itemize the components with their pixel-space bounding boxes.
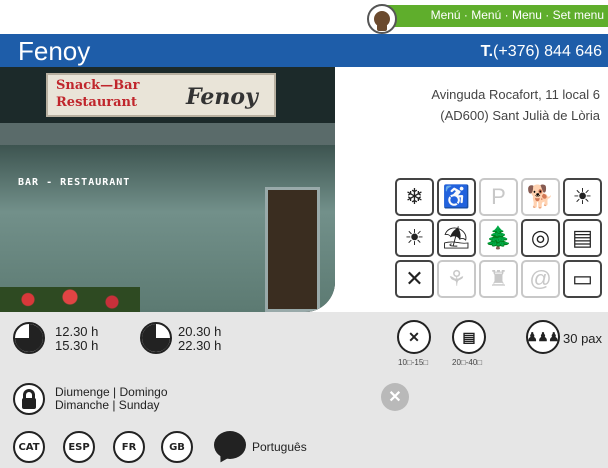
closed-days: Diumenge | Domingo Dimanche | Sunday xyxy=(55,386,168,412)
snowflake-icon: ❄ xyxy=(395,178,434,216)
garden-icon: ⛱ xyxy=(437,219,476,257)
menu-price: 10□-15□ xyxy=(398,358,429,367)
photo-sign: Snack—Bar Restaurant Fenoy xyxy=(46,73,276,117)
restaurant-photo: Snack—Bar Restaurant Fenoy BAR - RESTAUR… xyxy=(0,67,335,312)
cook-icon: ♜ xyxy=(479,260,518,298)
credit-card-icon: ▭ xyxy=(563,260,602,298)
language-gb: GB xyxy=(161,431,193,463)
window-text: BAR - RESTAURANT xyxy=(18,177,131,188)
carta-price-icon: ▤ xyxy=(452,320,486,354)
amenities-row-2: ☀ ⛱ 🌲 ◎ ▤ xyxy=(395,219,607,257)
amenities-row-3: ✕ ⚘ ♜ @ ▭ xyxy=(395,260,607,298)
wheelchair-icon: ♿ xyxy=(437,178,476,216)
closed-days-line2: Dimanche | Sunday xyxy=(55,398,160,412)
address-line2: (AD600) Sant Julià de Lòria xyxy=(440,108,600,123)
info-panel: 12.30 h 15.30 h 20.30 h 22.30 h ✕ 10□-15… xyxy=(0,312,608,468)
menu-book-icon: ▤ xyxy=(563,219,602,257)
phone-prefix: T. xyxy=(480,43,494,60)
language-cat: CAT xyxy=(13,431,45,463)
phone-number: (+376) 844 646 xyxy=(493,43,602,60)
trees-icon: 🌲 xyxy=(479,219,518,257)
carta-price: 20□-40□ xyxy=(452,358,483,367)
parking-icon: P xyxy=(479,178,518,216)
restaurant-header: Fenoy T.(+376) 844 646 xyxy=(0,34,608,67)
top-bar: Menú · Menú · Menu · Set menu xyxy=(0,0,608,34)
dinner-clock-icon xyxy=(140,322,172,354)
amenities-grid: ❄ ♿ P 🐕 ☀ ☀ ⛱ 🌲 ◎ ▤ ✕ ⚘ ♜ @ ▭ xyxy=(395,178,607,301)
restaurant-name: Fenoy xyxy=(18,36,91,66)
closed-lock-icon xyxy=(13,383,45,415)
terrace-sun-icon: ☀ xyxy=(395,219,434,257)
menu-price-icon: ✕ xyxy=(397,320,431,354)
dinner-close: 22.30 h xyxy=(178,338,222,353)
capacity-icon: ♟♟♟ xyxy=(526,320,560,354)
amenities-row-1: ❄ ♿ P 🐕 ☀ xyxy=(395,178,607,216)
lunch-open: 12.30 h xyxy=(55,324,99,339)
photo-wall xyxy=(0,123,335,145)
no-pets-icon: 🐕 xyxy=(521,178,560,216)
dinner-open: 20.30 h xyxy=(178,324,222,339)
capacity: 30 pax xyxy=(563,331,603,346)
lunch-hours: 12.30 h 15.30 h xyxy=(55,325,98,353)
lunch-clock-icon xyxy=(13,322,45,354)
language-other: Português xyxy=(252,440,307,454)
language-fr: FR xyxy=(113,431,145,463)
dinner-hours: 20.30 h 22.30 h xyxy=(178,325,221,353)
photo-door xyxy=(265,187,320,312)
no-smoking-sun-icon: ☀ xyxy=(563,178,602,216)
address: Avinguda Rocafort, 11 local 6 (AD600) Sa… xyxy=(431,84,600,126)
cutlery-icon: ✕ xyxy=(395,260,434,298)
photo-flowers xyxy=(0,287,140,312)
language-esp: ESP xyxy=(63,431,95,463)
lock-body xyxy=(22,398,36,409)
speech-bubble-icon xyxy=(214,431,246,459)
menu-links[interactable]: Menú · Menú · Menu · Set menu xyxy=(431,8,604,22)
lunch-close: 15.30 h xyxy=(55,338,99,353)
phone[interactable]: T.(+376) 844 646 xyxy=(481,43,602,61)
gluten-free-icon: ⚘ xyxy=(437,260,476,298)
sign-name: Fenoy xyxy=(186,84,258,110)
sign-line1: Snack—Bar xyxy=(56,78,140,93)
kids-area-icon: ◎ xyxy=(521,219,560,257)
close-icon[interactable]: ✕ xyxy=(381,383,409,411)
address-line1: Avinguda Rocafort, 11 local 6 xyxy=(431,87,600,102)
sign-line2: Restaurant xyxy=(56,95,138,110)
chef-icon xyxy=(367,4,397,34)
at-icon: @ xyxy=(521,260,560,298)
